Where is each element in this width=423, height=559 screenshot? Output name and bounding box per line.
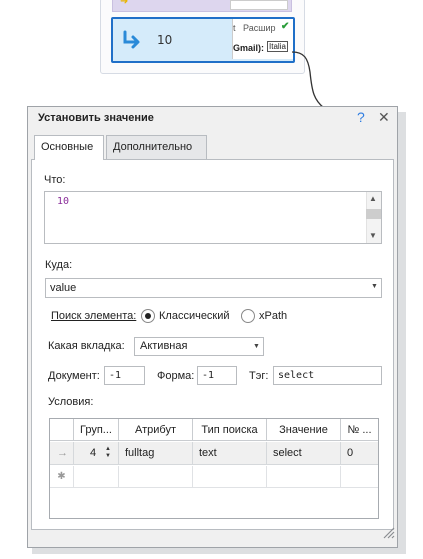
form-label: Форма: bbox=[157, 370, 195, 382]
resize-grip-icon[interactable] bbox=[381, 525, 395, 539]
conditions-label: Условия: bbox=[48, 396, 94, 408]
document-label: Документ: bbox=[48, 370, 100, 382]
check-icon: ✔ bbox=[281, 21, 290, 32]
which-tab-label: Какая вкладка: bbox=[48, 340, 125, 352]
new-row-cell[interactable] bbox=[119, 466, 193, 488]
close-icon[interactable]: ✕ bbox=[378, 109, 390, 126]
new-row-cell[interactable] bbox=[74, 466, 119, 488]
thumbnail-value: Italia bbox=[267, 41, 288, 52]
arrow-icon: ➜ bbox=[120, 0, 129, 7]
thumbnail-label: Gmail): bbox=[233, 43, 265, 53]
column-header-attribute[interactable]: Атрибут bbox=[119, 419, 193, 441]
dialog-title: Установить значение bbox=[38, 112, 154, 124]
new-row-cell[interactable] bbox=[193, 466, 267, 488]
radio-classic[interactable] bbox=[141, 309, 155, 323]
table-row-search-type[interactable]: text bbox=[193, 442, 267, 465]
table-row-attribute[interactable]: fulltag bbox=[119, 442, 193, 465]
radio-xpath-label[interactable]: xPath bbox=[259, 310, 287, 322]
where-value: value bbox=[50, 282, 77, 294]
document-value: -1 bbox=[109, 370, 122, 381]
where-label: Куда: bbox=[45, 259, 73, 271]
form-value: -1 bbox=[202, 370, 215, 381]
what-label: Что: bbox=[44, 174, 66, 186]
where-select[interactable] bbox=[45, 278, 382, 298]
dropdown-arrow-icon[interactable]: ▼ bbox=[371, 283, 378, 290]
what-textarea[interactable] bbox=[44, 191, 382, 244]
column-header-number[interactable]: № ... bbox=[341, 419, 378, 441]
stepper-icon[interactable]: ▲ ▼ bbox=[105, 446, 111, 460]
node-number: 10 bbox=[157, 33, 173, 47]
dropdown-arrow-icon[interactable]: ▼ bbox=[253, 343, 260, 350]
table-row-number[interactable]: 0 bbox=[341, 442, 378, 465]
scroll-thumb[interactable] bbox=[366, 209, 381, 219]
column-header-value[interactable]: Значение bbox=[267, 419, 341, 441]
return-arrow-icon bbox=[123, 30, 140, 49]
new-row-cell[interactable] bbox=[267, 466, 341, 488]
which-tab-value: Активная bbox=[140, 340, 188, 352]
tag-label: Тэг: bbox=[249, 370, 269, 382]
scroll-down-icon[interactable]: ▼ bbox=[369, 231, 377, 240]
what-value: 10 bbox=[57, 196, 70, 207]
column-header-group[interactable]: Груп... bbox=[74, 419, 119, 441]
row-marker-icon: → bbox=[50, 442, 74, 465]
help-icon[interactable]: ? bbox=[357, 109, 365, 125]
table-row-group[interactable]: 4 bbox=[74, 442, 119, 465]
new-row-icon: ✱ bbox=[50, 466, 74, 488]
previous-node-thumbnail bbox=[230, 0, 288, 10]
new-row-cell[interactable] bbox=[341, 466, 378, 488]
node-connector bbox=[291, 51, 325, 109]
tag-value: select bbox=[278, 370, 315, 381]
table-row-value[interactable]: select bbox=[267, 442, 341, 465]
thumbnail-text: t Расшир bbox=[233, 23, 276, 33]
radio-classic-label[interactable]: Классический bbox=[159, 310, 230, 322]
column-header-search-type[interactable]: Тип поиска bbox=[193, 419, 267, 441]
grid-corner bbox=[50, 419, 74, 441]
scroll-up-icon[interactable]: ▲ bbox=[369, 194, 377, 203]
search-element-link[interactable]: Поиск элемента: bbox=[51, 310, 136, 322]
tab-main[interactable]: Основные bbox=[34, 135, 104, 160]
radio-xpath[interactable] bbox=[241, 309, 255, 323]
tab-advanced[interactable]: Дополнительно bbox=[106, 135, 207, 159]
